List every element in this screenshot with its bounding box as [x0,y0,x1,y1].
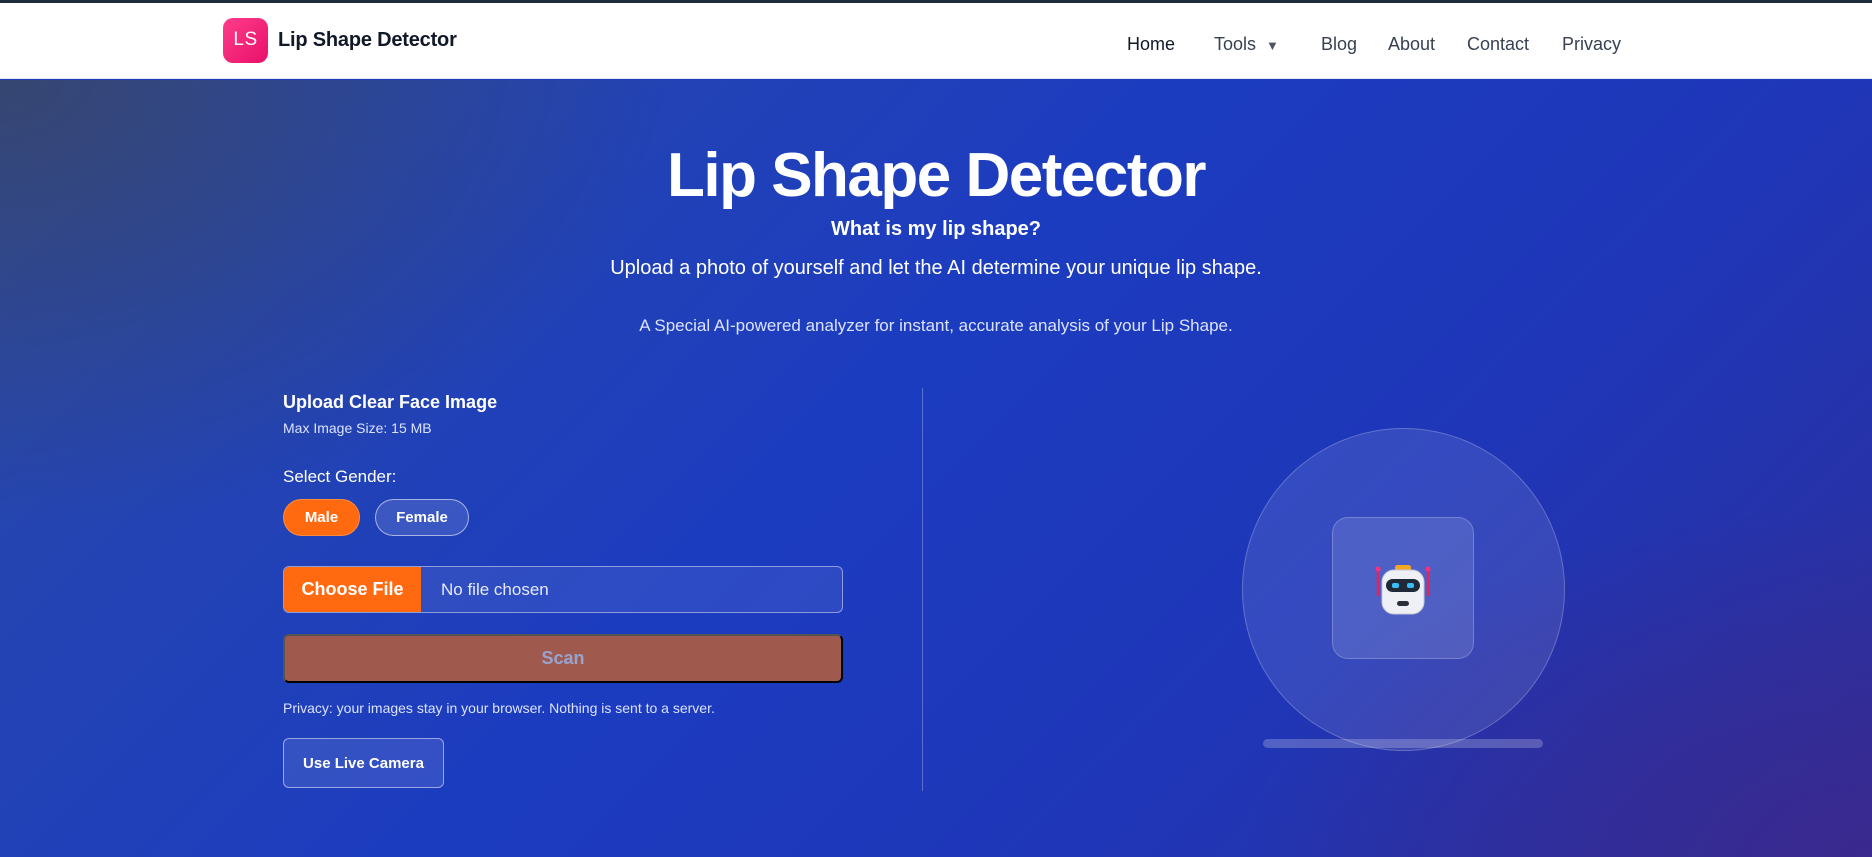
gender-label: Select Gender: [283,467,397,486]
file-input[interactable]: Choose File No file chosen [283,566,843,613]
nav-privacy[interactable]: Privacy [1562,30,1621,58]
nav-tools-label: Tools [1214,34,1257,54]
upload-label: Upload Clear Face Image [283,392,498,412]
page-subtitle: What is my lip shape? [830,218,1042,240]
gender-male-button[interactable]: Male [283,499,360,536]
lead-text: Upload a photo of yourself and let the A… [610,257,1262,279]
nav-contact[interactable]: Contact [1467,30,1529,58]
column-divider [922,388,923,791]
max-size-note: Max Image Size: 15 MB [283,420,432,436]
gender-female-button[interactable]: Female [375,499,469,536]
scanner-base [1263,739,1543,748]
choose-file-button[interactable]: Choose File [284,567,421,612]
navbar: LS Lip Shape Detector Home Tools ▼ Blog A… [0,3,1872,79]
scan-button[interactable]: Scan [283,634,843,683]
brand-name: Lip Shape Detector [278,28,457,51]
nav-blog[interactable]: Blog [1321,30,1357,58]
nav-tools[interactable]: Tools ▼ [1214,30,1279,60]
page-title: Lip Shape Detector [667,141,1207,210]
brand[interactable]: LS Lip Shape Detector [223,17,457,63]
robot-icon [1375,565,1431,615]
file-status: No file chosen [441,579,549,599]
chevron-down-icon: ▼ [1266,38,1279,53]
nav-home[interactable]: Home [1127,30,1175,58]
description-text: A Special AI-powered analyzer for instan… [639,316,1233,335]
logo-badge: LS [223,17,268,63]
live-camera-button[interactable]: Use Live Camera [283,738,444,788]
hero-section: Lip Shape Detector What is my lip shape?… [0,80,1872,857]
privacy-note: Privacy: your images stay in your browse… [283,700,715,716]
nav-about[interactable]: About [1388,30,1435,58]
